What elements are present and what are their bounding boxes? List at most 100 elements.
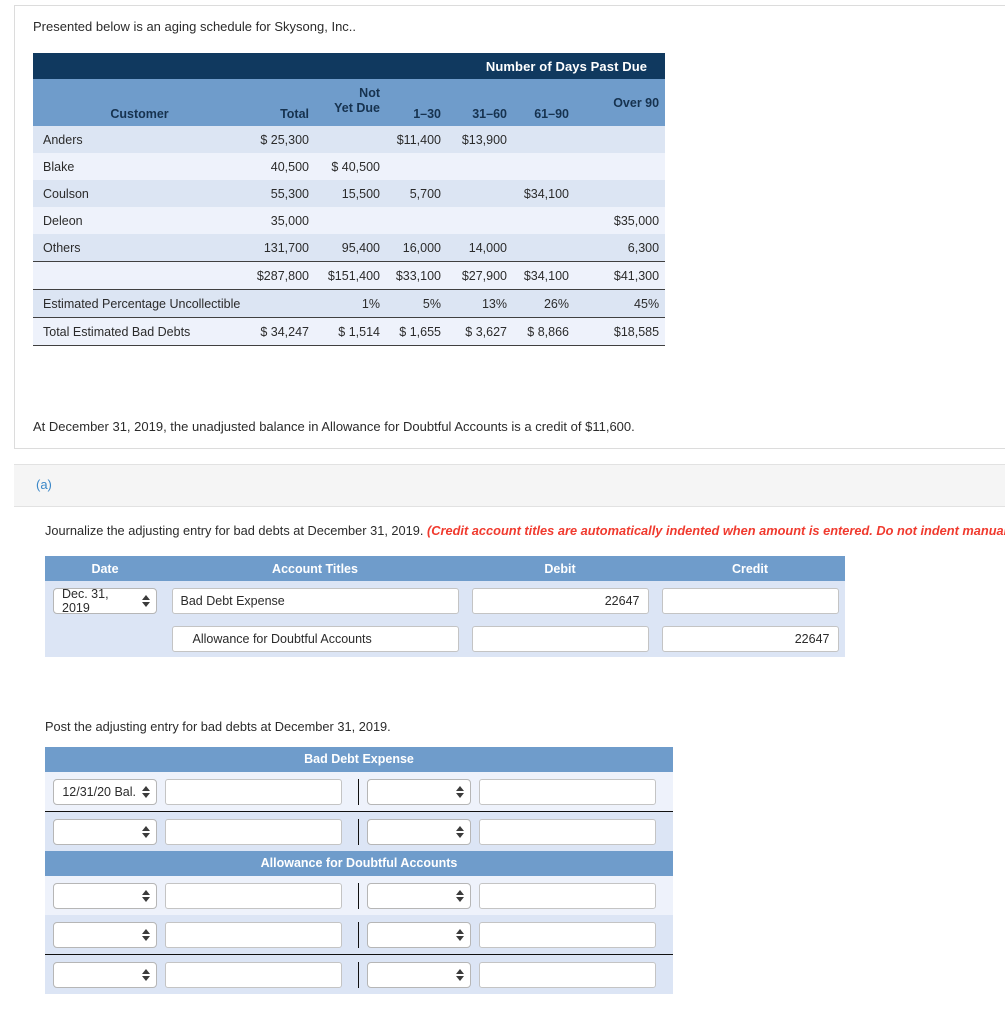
t-account-amount-input[interactable] (165, 818, 342, 845)
cell-total: 35,000 (246, 207, 315, 234)
part-a-label: (a) (36, 477, 52, 492)
journal-account-title-value: Allowance for Doubtful Accounts (192, 631, 372, 646)
spinner-arrows-icon (142, 968, 150, 982)
t-account-amount-input[interactable] (165, 961, 342, 988)
t-account-amount-input[interactable] (479, 882, 656, 909)
spinner-arrows-icon (456, 889, 464, 903)
answer-card: Journalize the adjusting entry for bad d… (14, 507, 1005, 1024)
journal-date-cell: Dec. 31, 2019 (45, 586, 165, 615)
journal-debit-input[interactable] (471, 625, 649, 652)
cell-over-90: $18,585 (575, 317, 666, 346)
cell-customer: Coulson (33, 180, 246, 207)
problem-closing-text: At December 31, 2019, the unadjusted bal… (33, 419, 635, 434)
t-account-amount-input[interactable] (479, 818, 656, 845)
t-account-title-bad-debt-expense: Bad Debt Expense (45, 747, 673, 772)
t-account-date-select[interactable] (53, 818, 157, 845)
table-row: Others 131,700 95,400 16,000 14,000 6,30… (33, 234, 666, 262)
cell-total: $ 25,300 (246, 126, 315, 153)
header-days-61-90: 61–90 (513, 79, 575, 126)
cell-31-60: $ 3,627 (447, 317, 513, 346)
cell-61-90: $34,100 (513, 180, 575, 207)
aging-percent-uncollectible-row: Estimated Percentage Uncollectible 1% 5%… (33, 289, 666, 318)
journal-date-select[interactable]: Dec. 31, 2019 (53, 586, 157, 615)
t-account-date-select[interactable]: 12/31/20 Bal. (53, 778, 157, 805)
t-account-date-select[interactable] (367, 961, 471, 988)
t-account-title-allowance-for-doubtful-accounts: Allowance for Doubtful Accounts (45, 851, 673, 876)
journal-entry-row: Allowance for Doubtful Accounts 22647 (45, 619, 845, 657)
cell-31-60: 14,000 (447, 234, 513, 262)
journal-header-debit: Debit (544, 561, 576, 576)
aging-schedule-table: Number of Days Past Due Customer Total N… (33, 53, 666, 346)
aging-total-estimated-bad-debts-row: Total Estimated Bad Debts $ 34,247 $ 1,5… (33, 317, 666, 346)
cell-31-60: $27,900 (447, 261, 513, 290)
journal-header-date: Date (91, 561, 119, 576)
t-account-credit-side (359, 882, 673, 909)
cell-31-60: 13% (447, 289, 513, 318)
exercise-page: Presented below is an aging schedule for… (0, 0, 1005, 1024)
t-account-amount-input[interactable] (479, 921, 656, 948)
journal-debit-input[interactable]: 22647 (471, 587, 649, 614)
t-account-credit-side (359, 778, 673, 805)
journal-date-value: Dec. 31, 2019 (62, 586, 109, 615)
t-account-date-select[interactable] (367, 778, 471, 805)
t-account-amount-input[interactable] (479, 961, 656, 988)
journal-account-title-cell: Bad Debt Expense (165, 587, 465, 614)
spinner-arrows-icon (456, 928, 464, 942)
cell-total: 131,700 (246, 234, 315, 262)
cell-over-90 (575, 126, 666, 153)
journal-header-row: Date Account Titles Debit Credit (45, 556, 845, 581)
cell-total: 40,500 (246, 153, 315, 180)
journal-credit-value: 22647 (794, 631, 830, 646)
header-over-90: Over 90 (575, 79, 666, 126)
spinner-arrows-icon (142, 594, 150, 608)
cell-over-90: 45% (575, 289, 666, 318)
cell-customer (33, 261, 246, 290)
journal-account-title-input[interactable]: Bad Debt Expense (171, 587, 459, 614)
spinner-arrows-icon (142, 889, 150, 903)
journalize-instruction: Journalize the adjusting entry for bad d… (45, 523, 1005, 538)
cell-customer: Deleon (33, 207, 246, 234)
journal-header-account-titles: Account Titles (272, 561, 358, 576)
t-account-credit-side (359, 921, 673, 948)
journal-debit-value: 22647 (604, 593, 640, 608)
cell-customer: Anders (33, 126, 246, 153)
cell-customer: Blake (33, 153, 246, 180)
t-account-amount-input[interactable] (165, 882, 342, 909)
cell-31-60 (447, 180, 513, 207)
cell-over-90 (575, 180, 666, 207)
cell-61-90 (513, 234, 575, 262)
t-account-debit-side: 12/31/20 Bal. (45, 778, 359, 805)
t-account-row (45, 954, 673, 994)
journal-account-title-input[interactable]: Allowance for Doubtful Accounts (171, 625, 459, 652)
journal-credit-cell (655, 587, 845, 614)
cell-1-30 (386, 207, 447, 234)
t-account-date-select[interactable] (53, 921, 157, 948)
t-account-row (45, 876, 673, 915)
t-account-date-value: 12/31/20 Bal. (62, 784, 136, 799)
header-days-1-30: 1–30 (386, 79, 447, 126)
spinner-arrows-icon (142, 825, 150, 839)
t-account-date-select[interactable] (367, 882, 471, 909)
t-account-date-select[interactable] (53, 882, 157, 909)
cell-total: $287,800 (246, 261, 315, 290)
journal-entry-table: Date Account Titles Debit Credit Dec. 31… (45, 556, 845, 657)
t-account-date-select[interactable] (53, 961, 157, 988)
table-row: Deleon 35,000 $35,000 (33, 207, 666, 234)
t-account-amount-input[interactable] (479, 778, 656, 805)
journalize-instruction-note: (Credit account titles are automatically… (427, 523, 1005, 538)
header-not-yet-due-line2: Yet Due (334, 100, 380, 115)
cell-1-30: 5% (386, 289, 447, 318)
cell-row-label: Total Estimated Bad Debts (33, 317, 246, 346)
journal-credit-input[interactable] (661, 587, 839, 614)
t-account-amount-input[interactable] (165, 778, 342, 805)
t-accounts-container: Bad Debt Expense 12/31/20 Bal. Allowance… (45, 747, 673, 994)
cell-over-90: $41,300 (575, 261, 666, 290)
t-account-debit-side (45, 921, 359, 948)
t-account-amount-input[interactable] (165, 921, 342, 948)
t-account-date-select[interactable] (367, 818, 471, 845)
t-account-date-select[interactable] (367, 921, 471, 948)
t-account-debit-side (45, 882, 359, 909)
journal-credit-input[interactable]: 22647 (661, 625, 839, 652)
journal-debit-cell (465, 625, 655, 652)
cell-31-60 (447, 153, 513, 180)
